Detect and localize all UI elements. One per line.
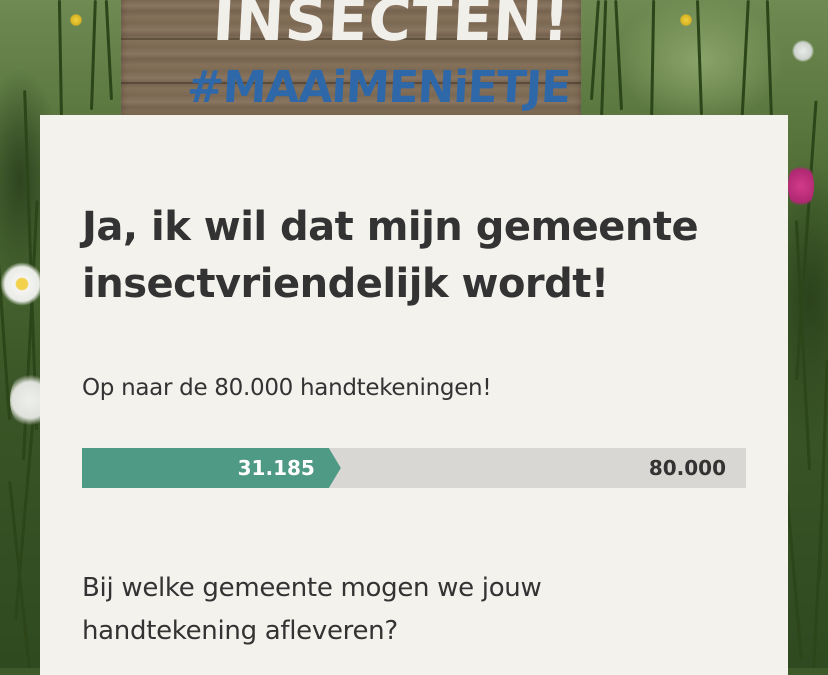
municipality-question: Bij welke gemeente mogen we jouw handtek… — [82, 573, 542, 646]
pink-flower — [788, 162, 814, 210]
progress-goal-count: 80.000 — [648, 456, 726, 480]
grass-blade — [695, 0, 703, 116]
grass-blade — [765, 0, 773, 121]
yellow-flower — [70, 14, 82, 26]
petition-subtitle: Op naar de 80.000 handtekeningen! — [82, 375, 492, 401]
grass-blade — [600, 0, 608, 121]
sign-text-hashtag: #MAAiMENiETJE — [185, 62, 572, 113]
grass-blade — [104, 0, 113, 101]
progress-fill: 31.185 — [82, 448, 341, 488]
grass-blade — [90, 0, 97, 111]
petition-title: Ja, ik wil dat mijn gemeente insectvrien… — [82, 204, 699, 307]
yellow-flower — [680, 14, 692, 26]
signature-progress-bar: 31.185 80.000 — [82, 448, 746, 488]
white-daisy — [0, 262, 44, 306]
grass-blade — [614, 0, 623, 111]
sign-text-insecten: INSECTEN! — [211, 0, 573, 54]
grass-blade — [650, 0, 656, 126]
petition-card: Ja, ik wil dat mijn gemeente insectvrien… — [40, 115, 788, 675]
grass-blade — [740, 0, 750, 131]
grass-blade — [8, 480, 31, 668]
grass-blade — [812, 520, 823, 668]
progress-current-count: 31.185 — [237, 456, 315, 480]
white-flower-bud — [792, 40, 814, 62]
wooden-sign: INSECTEN! #MAAiMENiETJE — [121, 0, 581, 120]
grass-blade — [57, 0, 63, 121]
grass-blade — [590, 0, 600, 101]
